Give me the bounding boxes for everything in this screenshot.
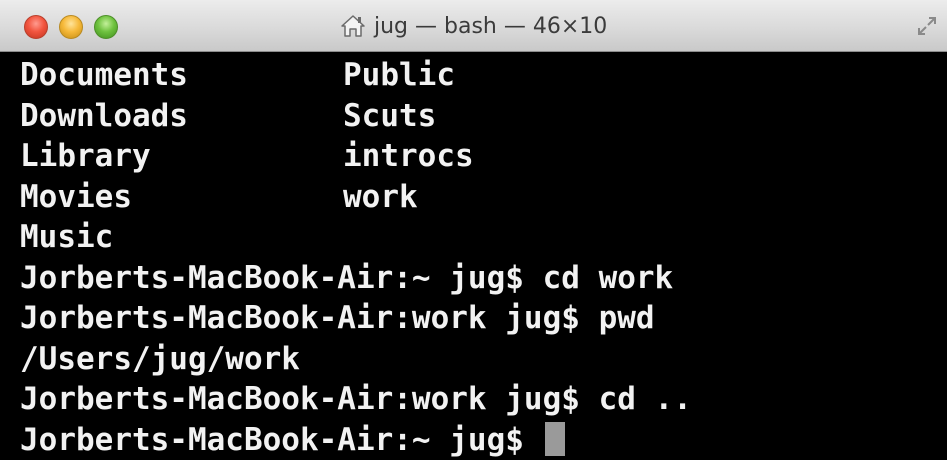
command-line: Jorberts-MacBook-Air:work jug$ cd .. (20, 381, 692, 417)
resize-icon[interactable] (915, 14, 939, 38)
text-cursor (544, 421, 565, 456)
listing-row: Movies work (20, 177, 947, 218)
listing-entry: Library (20, 138, 151, 174)
close-button[interactable] (24, 15, 48, 39)
command-line: Jorberts-MacBook-Air:work jug$ pwd (20, 300, 655, 336)
listing-row: Music (20, 217, 947, 258)
listing-entry: Downloads (20, 97, 188, 134)
prompt-text: Jorberts-MacBook-Air:~ jug$ (20, 421, 543, 458)
terminal-window: jug — bash — 46×10 Documents Public Downl… (0, 0, 947, 460)
listing-row: Library introcs (20, 136, 947, 177)
command-line: Jorberts-MacBook-Air:~ jug$ cd work (20, 259, 674, 296)
listing-entry: Documents (20, 57, 188, 93)
title-bar[interactable]: jug — bash — 46×10 (0, 0, 947, 52)
listing-entry: work (343, 178, 418, 215)
listing-row: Documents Public (20, 55, 947, 96)
window-title-text: jug — bash — 46×10 (374, 13, 608, 39)
output-line: /Users/jug/work (20, 340, 300, 377)
listing-entry: Movies (20, 178, 132, 215)
listing-entry: Scuts (343, 97, 437, 134)
prompt-line[interactable]: Jorberts-MacBook-Air:~ jug$ (20, 420, 947, 460)
listing-row: Downloads Scuts (20, 96, 947, 137)
minimize-button[interactable] (59, 15, 83, 39)
listing-entry: Public (343, 57, 455, 93)
terminal-content[interactable]: Documents Public Downloads Scuts Library in… (0, 53, 947, 460)
listing-entry: Music (20, 219, 114, 255)
home-icon (341, 15, 365, 37)
zoom-button[interactable] (94, 15, 118, 39)
window-title: jug — bash — 46×10 (340, 12, 607, 40)
listing-entry: introcs (343, 138, 474, 174)
